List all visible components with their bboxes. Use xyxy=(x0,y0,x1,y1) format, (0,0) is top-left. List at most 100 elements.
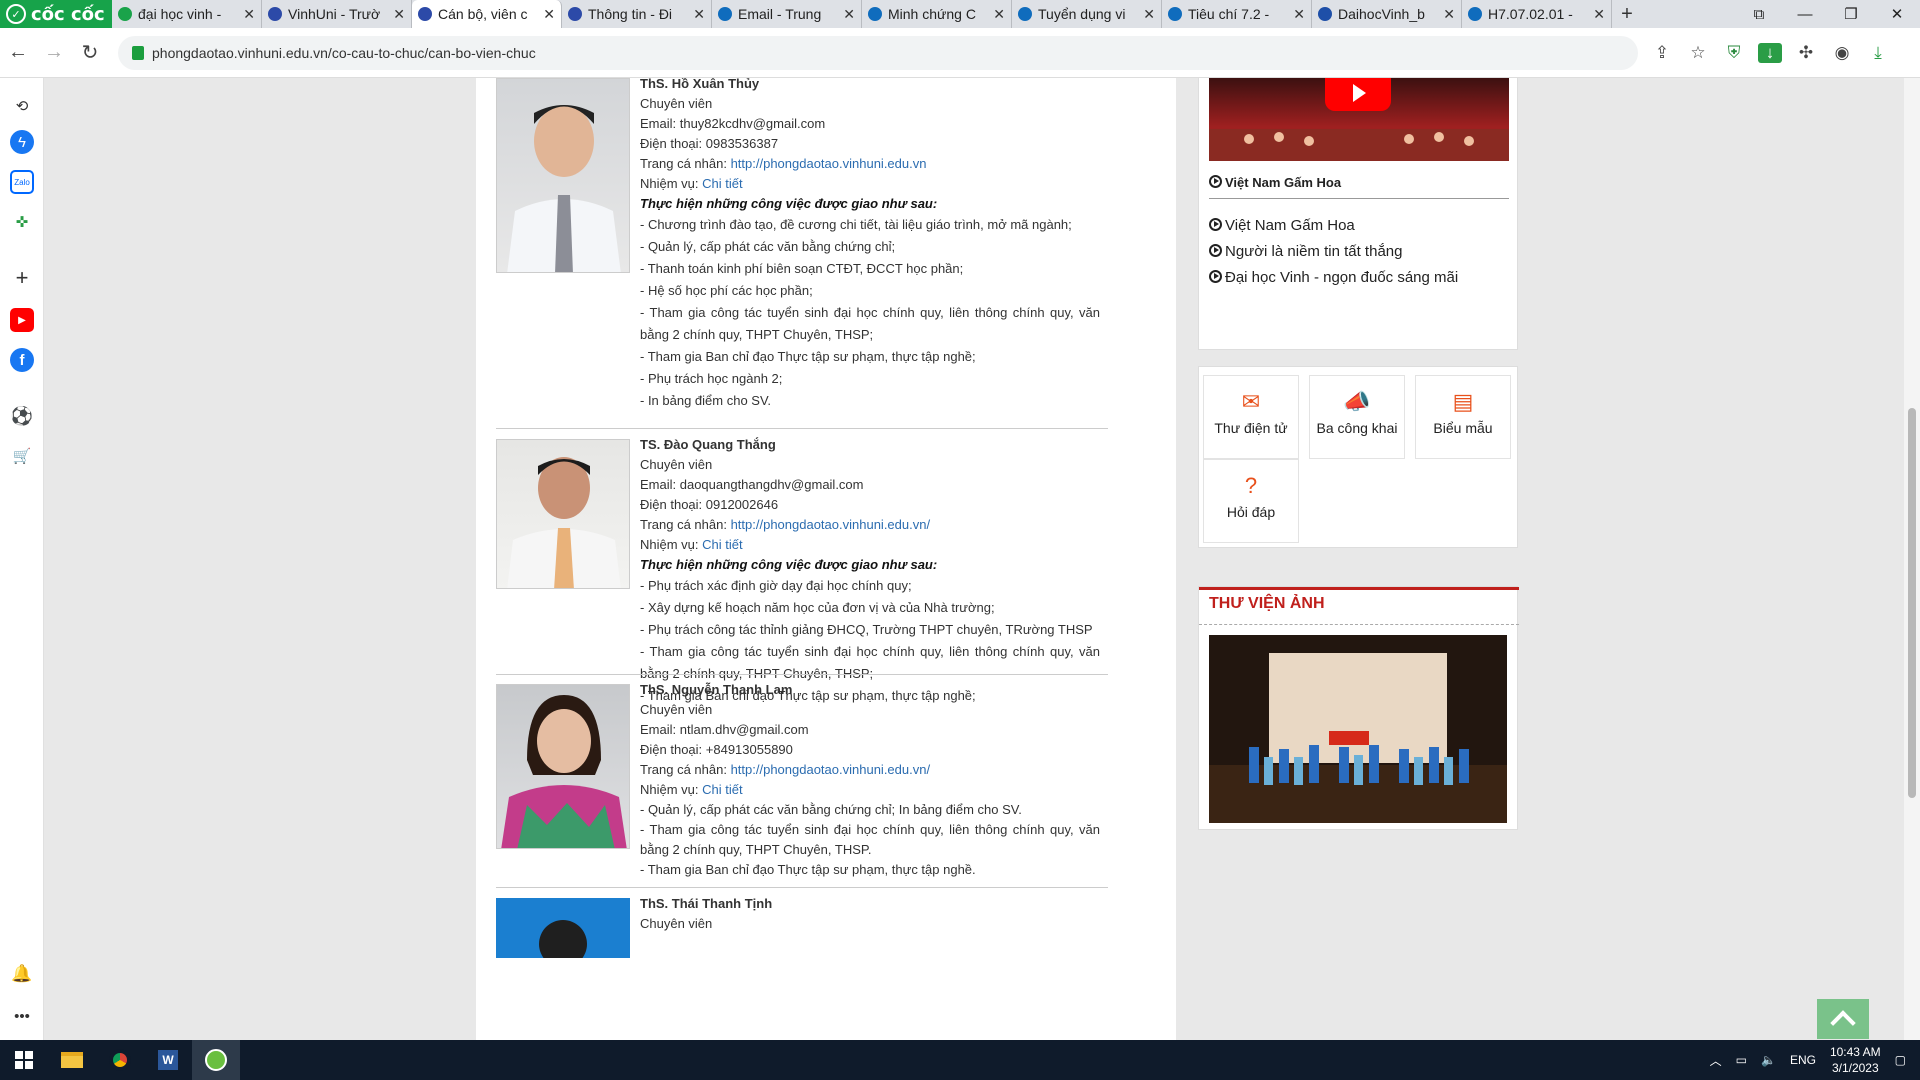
scroll-to-top-button[interactable] xyxy=(1817,999,1869,1039)
tab-close-icon[interactable]: ✕ xyxy=(1593,6,1605,23)
video-list-item[interactable]: Việt Nam Gấm Hoa xyxy=(1209,213,1509,239)
youtube-icon[interactable]: ▶ xyxy=(10,308,34,332)
homepage-link[interactable]: http://phongdaotao.vinhuni.edu.vn xyxy=(731,156,927,171)
language-indicator[interactable]: ENG xyxy=(1790,1053,1816,1067)
minimize-button[interactable]: — xyxy=(1782,0,1828,28)
address-bar[interactable]: phongdaotao.vinhuni.edu.vn/co-cau-to-chu… xyxy=(118,35,1638,70)
video-thumbnail[interactable] xyxy=(1209,78,1509,161)
chrome-icon[interactable] xyxy=(96,1040,144,1080)
tab-close-icon[interactable]: ✕ xyxy=(993,6,1005,23)
homepage-link[interactable]: http://phongdaotao.vinhuni.edu.vn/ xyxy=(731,762,931,777)
browser-tab[interactable]: Thông tin - Đi ✕ xyxy=(562,0,712,28)
browser-tab[interactable]: H7.07.02.01 - ✕ xyxy=(1462,0,1612,28)
extensions-puzzle-icon[interactable]: ✣ xyxy=(1794,43,1818,63)
scrollbar-thumb[interactable] xyxy=(1908,408,1916,798)
add-sidebar-app-icon[interactable]: + xyxy=(10,265,34,290)
tab-label: H7.07.02.01 - xyxy=(1488,6,1573,22)
tab-close-icon[interactable]: ✕ xyxy=(843,6,855,23)
browser-tab[interactable]: đại học vinh - ✕ xyxy=(112,0,262,28)
quick-links-panel: ✉ Thư điện tử 📣 Ba công khai ▤ Biểu mẫu … xyxy=(1198,366,1518,548)
new-tab-button[interactable]: + xyxy=(1612,0,1642,28)
address-toolbar: ← → ↻ phongdaotao.vinhuni.edu.vn/co-cau-… xyxy=(0,28,1920,78)
tray-overflow-icon[interactable]: ︿ xyxy=(1710,1052,1722,1069)
tab-favicon-icon xyxy=(1018,7,1032,21)
forms-quick-link[interactable]: ▤ Biểu mẫu xyxy=(1415,375,1511,459)
tab-close-icon[interactable]: ✕ xyxy=(243,6,255,23)
file-explorer-icon[interactable] xyxy=(48,1040,96,1080)
url-text[interactable]: phongdaotao.vinhuni.edu.vn/co-cau-to-chu… xyxy=(152,45,536,61)
quick-link-label: Ba công khai xyxy=(1316,420,1398,436)
homepage-link[interactable]: http://phongdaotao.vinhuni.edu.vn/ xyxy=(731,517,931,532)
coccoc-taskbar-icon[interactable] xyxy=(192,1040,240,1080)
downloads-icon[interactable]: ⤓ xyxy=(1866,43,1890,63)
word-icon[interactable]: W xyxy=(144,1040,192,1080)
tab-label: Cán bộ, viên c xyxy=(438,6,528,22)
youtube-play-button[interactable] xyxy=(1325,78,1391,111)
gallery-image[interactable] xyxy=(1209,635,1507,823)
browser-tab[interactable]: Minh chứng C ✕ xyxy=(862,0,1012,28)
video-list-item[interactable]: Người là niềm tin tất thắng xyxy=(1209,239,1509,265)
reload-button[interactable]: ↻ xyxy=(72,40,108,65)
notification-center-icon[interactable]: ▢ xyxy=(1895,1053,1906,1067)
staff-homepage: Trang cá nhân: http://phongdaotao.vinhun… xyxy=(640,760,1100,780)
profile-icon[interactable]: ◉ xyxy=(1830,43,1854,63)
duty-item: - Xây dựng kế hoạch năm học của đơn vị v… xyxy=(640,600,995,615)
start-button[interactable] xyxy=(0,1040,48,1080)
video-title[interactable]: Việt Nam Gấm Hoa xyxy=(1225,217,1355,234)
more-options-icon[interactable]: ••• xyxy=(10,1004,34,1028)
video-title[interactable]: Đại học Vinh - ngọn đuốc sáng mãi xyxy=(1225,269,1458,286)
restore-button[interactable]: ❐ xyxy=(1828,0,1874,28)
zalo-icon[interactable]: Zalo xyxy=(10,170,34,194)
messenger-icon[interactable]: ϟ xyxy=(10,130,34,154)
forward-button[interactable]: → xyxy=(36,41,72,64)
task-detail-link[interactable]: Chi tiết xyxy=(702,176,742,191)
clock[interactable]: 10:43 AM 3/1/2023 xyxy=(1830,1044,1881,1076)
play-circle-icon xyxy=(1209,244,1222,257)
secure-lock-icon[interactable] xyxy=(132,45,144,60)
video-caption[interactable]: Việt Nam Gấm Hoa xyxy=(1209,175,1509,199)
bookmark-star-icon[interactable]: ☆ xyxy=(1686,43,1710,63)
task-label: Nhiệm vụ: xyxy=(640,537,703,552)
video-caption-text[interactable]: Việt Nam Gấm Hoa xyxy=(1225,175,1341,190)
duty-item: - Tham gia Ban chỉ đạo Thực tập sư phạm,… xyxy=(640,862,976,877)
browser-tab[interactable]: Cán bộ, viên c ✕ xyxy=(412,0,562,28)
tab-close-icon[interactable]: ✕ xyxy=(1143,6,1155,23)
notification-bell-icon[interactable]: 🔔 xyxy=(10,962,34,986)
tab-close-icon[interactable]: ✕ xyxy=(393,6,405,23)
tab-favicon-icon xyxy=(568,7,582,21)
page-scrollbar[interactable] xyxy=(1904,78,1920,1040)
download-manager-icon[interactable]: ↓ xyxy=(1758,42,1782,63)
browser-tab[interactable]: DaihocVinh_b ✕ xyxy=(1312,0,1462,28)
tab-close-icon[interactable]: ✕ xyxy=(1293,6,1305,23)
shopping-cart-icon[interactable]: 🛒 xyxy=(10,444,34,468)
game-controller-icon[interactable]: ✜ xyxy=(10,210,34,234)
browser-sidebar: ⟲ ϟ Zalo ✜ + ▶ f ⚽ 🛒 🔔 ••• xyxy=(0,78,44,1040)
extension-shield-icon[interactable]: ⛨ xyxy=(1722,43,1746,63)
back-button[interactable]: ← xyxy=(0,41,36,64)
task-detail-link[interactable]: Chi tiết xyxy=(702,537,742,552)
video-title[interactable]: Người là niềm tin tất thắng xyxy=(1225,243,1402,260)
close-window-button[interactable]: ✕ xyxy=(1874,0,1920,28)
football-icon[interactable]: ⚽ xyxy=(10,404,34,428)
tab-close-icon[interactable]: ✕ xyxy=(1443,6,1455,23)
tab-search-icon[interactable]: ⧉ xyxy=(1736,0,1782,28)
browser-tab[interactable]: Email - Trung ✕ xyxy=(712,0,862,28)
share-icon[interactable]: ⇪ xyxy=(1650,43,1674,63)
browser-tab[interactable]: Tuyển dụng vi ✕ xyxy=(1012,0,1162,28)
volume-icon[interactable]: 🔈 xyxy=(1761,1053,1776,1067)
web-page: ThS. Hồ Xuân Thủy Chuyên viên Email: thu… xyxy=(44,78,1920,1040)
history-icon[interactable]: ⟲ xyxy=(10,94,34,118)
coccoc-brand-button[interactable]: ✓ cốc cốc xyxy=(0,0,112,28)
email-quick-link[interactable]: ✉ Thư điện tử xyxy=(1203,375,1299,459)
network-icon[interactable]: ▭ xyxy=(1736,1053,1747,1067)
duty-item: - Chương trình đào tạo, đề cương chi tiế… xyxy=(640,217,1072,232)
public-disclosure-quick-link[interactable]: 📣 Ba công khai xyxy=(1309,375,1405,459)
faq-quick-link[interactable]: ? Hỏi đáp xyxy=(1203,459,1299,543)
task-detail-link[interactable]: Chi tiết xyxy=(702,782,742,797)
browser-tab[interactable]: Tiêu chí 7.2 - ✕ xyxy=(1162,0,1312,28)
facebook-icon[interactable]: f xyxy=(10,348,34,372)
tab-close-icon[interactable]: ✕ xyxy=(693,6,705,23)
tab-close-icon[interactable]: ✕ xyxy=(543,6,555,23)
browser-tab[interactable]: VinhUni - Trườ ✕ xyxy=(262,0,412,28)
video-list-item[interactable]: Đại học Vinh - ngọn đuốc sáng mãi xyxy=(1209,265,1509,291)
